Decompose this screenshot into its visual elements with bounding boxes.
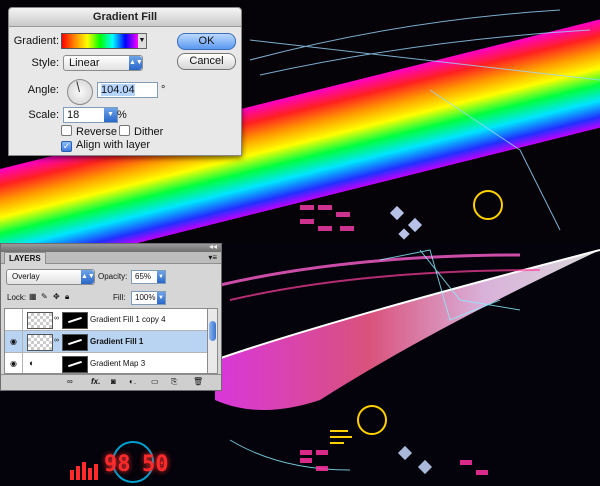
cancel-button[interactable]: Cancel <box>177 53 236 70</box>
visibility-toggle[interactable] <box>5 309 23 330</box>
gradient-label: Gradient: <box>13 35 59 47</box>
tab-layers[interactable]: LAYERS <box>4 252 46 264</box>
opacity-value: 65% <box>135 272 152 281</box>
chevron-down-icon: ▲▼ <box>81 270 95 284</box>
adjustment-layer-icon[interactable]: ◐. <box>129 377 136 386</box>
layers-panel: ◂◂ LAYERS ▾≡ Overlay ▲▼ Opacity: 65% ▼ L… <box>0 242 222 391</box>
style-label: Style: <box>31 57 59 69</box>
link-icon[interactable]: ∞ <box>54 315 59 322</box>
gradient-fill-dialog: Gradient Fill Gradient: ▼ Style: Linear … <box>8 7 242 156</box>
lock-position-icon[interactable]: ✥ <box>53 292 60 301</box>
angle-value: 104.04 <box>101 84 135 96</box>
gradient-dropdown-arrow-icon[interactable]: ▼ <box>138 33 147 49</box>
layers-scrollbar[interactable] <box>207 308 218 374</box>
scale-unit: % <box>117 109 127 121</box>
link-icon[interactable]: ∞ <box>54 337 59 344</box>
layers-list: ∞ Gradient Fill 1 copy 4 ◉ ∞ Gradient Fi… <box>4 308 210 374</box>
dither-label: Dither <box>134 126 164 138</box>
panel-titlebar[interactable]: ◂◂ <box>1 242 221 252</box>
scale-value: 18 <box>67 109 80 121</box>
checkbox-box <box>61 125 72 136</box>
scale-input[interactable]: 18 ▼ <box>63 107 118 123</box>
reverse-label: Reverse <box>76 126 117 138</box>
angle-dial[interactable] <box>67 79 93 105</box>
layers-footer-toolbar: ∞ fx. ◙ ◐. ▭ ⎘ 🗑︎ <box>1 374 221 390</box>
lock-all-icon[interactable]: 🔒︎ <box>65 292 69 302</box>
angle-label: Angle: <box>27 84 59 96</box>
fill-value: 100% <box>135 293 156 302</box>
style-select[interactable]: Linear ▲▼ <box>63 55 143 71</box>
layer-mask-thumbnail <box>62 356 88 373</box>
fill-label: Fill: <box>113 293 126 302</box>
dialog-title: Gradient Fill <box>9 8 241 27</box>
panel-tabbar: LAYERS ▾≡ <box>1 252 221 264</box>
lock-transparent-icon[interactable]: ▦ <box>29 292 37 301</box>
layer-mask-thumbnail <box>62 334 88 351</box>
opacity-input[interactable]: 65% ▼ <box>131 270 166 284</box>
layer-thumbnail <box>27 334 53 351</box>
collapse-icon[interactable]: ◂◂ <box>209 242 217 251</box>
chevron-down-icon: ▲▼ <box>129 56 143 70</box>
layer-name: Gradient Fill 1 copy 4 <box>90 315 166 324</box>
adjustment-layer-icon: ◐ <box>29 358 35 368</box>
new-layer-icon[interactable]: ⎘ <box>171 377 177 387</box>
led-readout-left: 98 <box>104 452 131 477</box>
opacity-label: Opacity: <box>98 272 128 281</box>
gradient-picker[interactable] <box>61 33 139 49</box>
lock-image-icon[interactable]: ✎ <box>41 292 48 301</box>
eye-icon[interactable]: ◉ <box>5 353 23 373</box>
style-value: Linear <box>69 57 100 69</box>
link-layers-icon[interactable]: ∞ <box>67 377 73 386</box>
layer-row[interactable]: ◉ ∞ Gradient Fill 1 <box>5 331 209 353</box>
layer-name: Gradient Fill 1 <box>90 337 144 346</box>
layer-mask-thumbnail <box>62 312 88 329</box>
led-readout-right: 50 <box>142 452 169 477</box>
add-mask-icon[interactable]: ◙ <box>111 377 116 386</box>
align-with-layer-checkbox[interactable]: ✓ Align with layer <box>61 139 150 152</box>
layer-style-icon[interactable]: fx. <box>91 377 100 386</box>
checkbox-box <box>119 125 130 136</box>
scale-label: Scale: <box>28 109 59 121</box>
reverse-checkbox[interactable]: Reverse <box>61 125 117 138</box>
layer-name: Gradient Map 3 <box>90 359 146 368</box>
panel-menu-icon[interactable]: ▾≡ <box>208 252 217 263</box>
chevron-down-icon[interactable]: ▼ <box>104 108 117 122</box>
fill-input[interactable]: 100% ▼ <box>131 291 166 305</box>
trash-icon[interactable]: 🗑︎ <box>193 377 203 386</box>
angle-input[interactable]: 104.04 <box>97 82 158 98</box>
eye-icon[interactable]: ◉ <box>5 331 23 352</box>
dither-checkbox[interactable]: Dither <box>119 125 163 138</box>
chevron-down-icon[interactable]: ▼ <box>157 292 165 304</box>
scrollbar-thumb[interactable] <box>209 321 216 341</box>
chevron-down-icon[interactable]: ▼ <box>157 271 165 283</box>
checkmark-icon: ✓ <box>61 141 72 152</box>
lock-label: Lock: <box>7 293 27 302</box>
align-label: Align with layer <box>76 139 150 151</box>
ok-button[interactable]: OK <box>177 33 236 50</box>
blend-mode-value: Overlay <box>12 272 40 281</box>
angle-unit: ° <box>161 84 166 96</box>
new-group-icon[interactable]: ▭ <box>151 377 159 386</box>
blend-mode-select[interactable]: Overlay ▲▼ <box>6 269 95 285</box>
layer-row[interactable]: ∞ Gradient Fill 1 copy 4 <box>5 309 209 331</box>
layer-thumbnail <box>27 312 53 329</box>
layer-row[interactable]: ◉ ◐ Gradient Map 3 <box>5 353 209 373</box>
